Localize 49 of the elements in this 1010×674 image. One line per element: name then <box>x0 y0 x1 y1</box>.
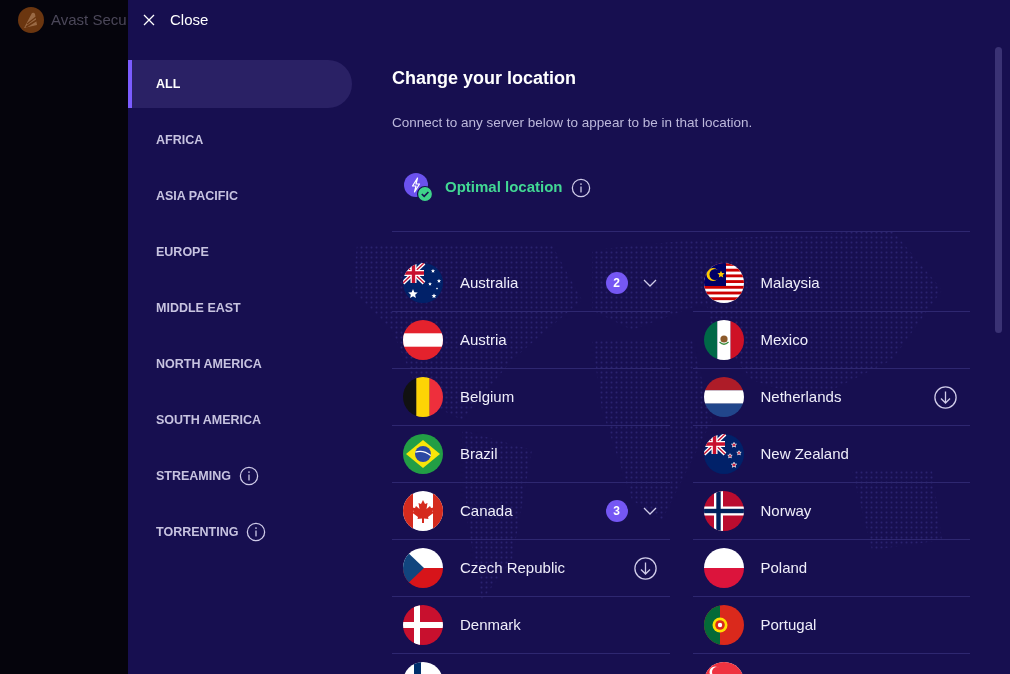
country-item[interactable]: Portugal <box>692 597 970 654</box>
flag-icon <box>703 605 744 645</box>
flag-icon <box>403 491 443 531</box>
sidebar-item[interactable]: STREAMING <box>128 452 352 500</box>
description-text: Connect to any server below to appear to be in that location. <box>392 114 753 132</box>
country-item[interactable]: Brazil <box>392 426 670 483</box>
flag-icon <box>703 548 744 588</box>
flag-icon <box>403 605 443 645</box>
flag-icon <box>403 548 443 588</box>
flag-icon <box>703 377 744 417</box>
optimal-location-item[interactable]: Optimal location <box>392 172 597 203</box>
bolt-check-icon <box>404 173 433 202</box>
close-button[interactable]: Close <box>139 8 213 32</box>
flag-icon <box>403 377 443 417</box>
country-item[interactable]: Denmark <box>392 597 670 654</box>
scrollbar-thumb[interactable] <box>995 47 1002 333</box>
flag-icon <box>703 491 744 531</box>
info-icon[interactable] <box>246 522 267 542</box>
flag-icon <box>703 320 744 360</box>
country-item[interactable]: Belgium <box>392 369 670 426</box>
country-item[interactable]: Malaysia <box>692 255 970 312</box>
sidebar-item[interactable]: ASIA PACIFIC <box>128 172 352 220</box>
country-item[interactable]: Poland <box>692 540 970 597</box>
country-item[interactable]: Norway <box>692 483 970 540</box>
window-title: Avast Secu <box>51 10 127 30</box>
chevron-down-icon[interactable] <box>642 279 657 287</box>
info-icon[interactable] <box>239 466 259 486</box>
sidebar-item[interactable]: EUROPE <box>128 228 352 276</box>
sidebar-item[interactable]: MIDDLE EAST <box>128 284 352 332</box>
flag-icon <box>403 434 443 474</box>
country-item[interactable]: New Zealand <box>692 426 970 483</box>
country-item[interactable]: Australia 2 <box>392 255 670 312</box>
sidebar-item[interactable]: AFRICA <box>128 116 352 164</box>
country-item[interactable]: Mexico <box>692 312 970 369</box>
country-item[interactable]: Netherlands <box>692 369 970 426</box>
sidebar-item[interactable]: SOUTH AMERICA <box>128 396 352 444</box>
sidebar-item[interactable]: TORRENTING <box>128 508 352 556</box>
logo-icon <box>18 7 44 33</box>
close-icon <box>143 14 155 26</box>
sidebar-item[interactable]: ALL <box>128 60 352 108</box>
chevron-down-icon[interactable] <box>642 507 657 515</box>
country-item[interactable]: Austria <box>392 312 670 369</box>
flag-icon <box>703 434 744 474</box>
country-item[interactable]: Canada 3 <box>392 483 670 540</box>
server-count-badge: 3 <box>605 500 628 522</box>
page-title: Change your location <box>392 67 577 90</box>
sidebar-item[interactable]: NORTH AMERICA <box>128 340 352 388</box>
info-icon[interactable] <box>570 177 591 198</box>
country-item[interactable]: Czech Republic <box>392 540 670 597</box>
